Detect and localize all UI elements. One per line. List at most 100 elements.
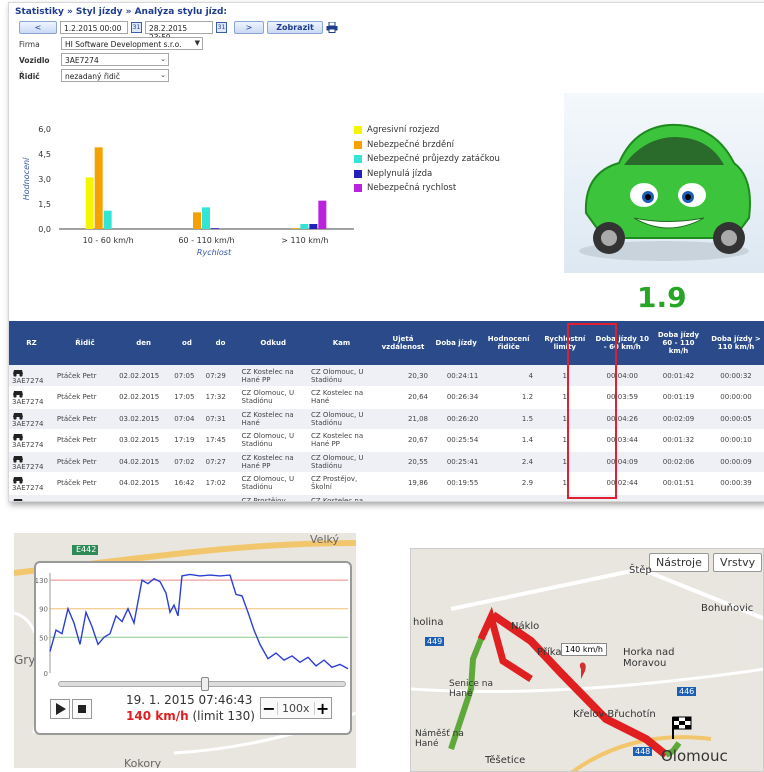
- table-row[interactable]: 3AE7274 Ptáček Petr 03.02.2015 07:04 07:31 CZ…: [9, 408, 764, 430]
- car-icon[interactable]: [12, 367, 24, 377]
- table-cell: 3AE7274: [9, 386, 54, 409]
- legend-swatch: [354, 126, 362, 135]
- car-icon[interactable]: [12, 496, 24, 502]
- table-row[interactable]: 3AE7274 Ptáček Petr 04.02.2015 16:42 17:02 CZ…: [9, 472, 764, 495]
- table-cell: Ptáček Petr: [53, 386, 117, 409]
- column-header[interactable]: Doba jízdy: [431, 321, 482, 365]
- column-header[interactable]: Ujetá vzdálenost: [374, 321, 432, 365]
- chevron-down-icon: ⌄: [160, 55, 166, 63]
- car-icon[interactable]: [12, 453, 24, 463]
- table-row[interactable]: 3AE7274 Ptáček Petr 02.02.2015 07:05 07:29 CZ…: [9, 365, 764, 387]
- car-icon[interactable]: [12, 410, 24, 420]
- table-cell: 19,86: [374, 472, 432, 495]
- table-cell: 20,55: [374, 451, 432, 473]
- date-to-input[interactable]: 28.2.2015 23:59: [145, 21, 213, 42]
- firma-select[interactable]: HI Software Development s.r.o. ▼: [61, 37, 203, 50]
- table-cell: 17:32: [202, 386, 239, 409]
- column-header[interactable]: od: [171, 321, 203, 365]
- place-label: Náklo: [511, 621, 540, 632]
- zoom-out-button[interactable]: −: [261, 699, 277, 718]
- table-row[interactable]: 3AE7274Ptáček Petr04.02.201517:0517:19CZ…: [9, 494, 764, 502]
- place-label: Velký: [310, 533, 339, 546]
- table-cell: Ptáček Petr: [53, 494, 117, 501]
- x-axis-label: Rychlost: [197, 248, 232, 257]
- legend-swatch: [354, 169, 362, 178]
- next-period-button[interactable]: >: [234, 21, 264, 34]
- play-button[interactable]: [50, 699, 70, 719]
- slider-handle[interactable]: [201, 677, 209, 691]
- vozidlo-value: 3AE7274: [65, 56, 99, 65]
- show-button[interactable]: Zobrazit: [267, 21, 323, 34]
- table-cell: 00:00:39: [706, 472, 764, 495]
- legend-swatch: [354, 184, 362, 193]
- date-from-input[interactable]: 1.2.2015 00:00: [60, 21, 128, 34]
- table-cell: 00:01:32: [650, 429, 707, 452]
- table-row[interactable]: 3AE7274 Ptáček Petr 04.02.2015 07:02 07:27 CZ…: [9, 451, 764, 473]
- vozidlo-select[interactable]: 3AE7274 ⌄: [61, 53, 169, 66]
- column-header[interactable]: Doba jízdy 10 - 60 km/h: [593, 321, 651, 365]
- table-cell: 3AE7274: [9, 429, 54, 452]
- table-row[interactable]: 3AE7274 Ptáček Petr 02.02.2015 17:05 17:32 CZ…: [9, 386, 764, 409]
- bar: [318, 200, 327, 229]
- y-tick-label: 0: [44, 670, 48, 677]
- current-speed: 140 km/h: [126, 709, 189, 723]
- car-icon[interactable]: [12, 388, 24, 398]
- column-header[interactable]: RZ: [9, 321, 54, 365]
- road-badge: 448: [633, 747, 653, 756]
- table-cell: 04.02.2015: [116, 451, 172, 473]
- table-cell: 21,08: [374, 408, 432, 430]
- column-header[interactable]: Kam: [307, 321, 375, 365]
- ridic-select[interactable]: nezadaný řidič ⌄: [61, 69, 169, 82]
- table-cell: 03.02.2015: [116, 429, 172, 452]
- table-cell: 4: [481, 365, 537, 387]
- bar: [193, 212, 201, 229]
- zoom-in-button[interactable]: +: [315, 699, 331, 718]
- column-header[interactable]: den: [116, 321, 172, 365]
- ridic-value: nezadaný řidič: [65, 72, 120, 81]
- table-cell: 17:02: [202, 472, 239, 495]
- prev-period-button[interactable]: <: [19, 21, 57, 34]
- bar: [94, 147, 103, 229]
- legend-label: Nebezpečná rychlost: [367, 183, 457, 194]
- table-cell: CZ Kostelec na Hané: [307, 386, 375, 409]
- date-filter: < 1.2.2015 00:00 31 28.2.2015 23:59 31 >…: [19, 21, 338, 42]
- car-icon[interactable]: [12, 431, 24, 441]
- y-tick-label: 130: [36, 577, 48, 585]
- calendar-icon[interactable]: 31: [131, 22, 142, 33]
- table-cell: 02.02.2015: [116, 365, 172, 387]
- column-header[interactable]: Hodnocení řidiče: [481, 321, 537, 365]
- print-icon[interactable]: [326, 22, 338, 33]
- table-row[interactable]: 3AE7274 Ptáček Petr 03.02.2015 17:19 17:45 CZ…: [9, 429, 764, 452]
- table-cell: 00:01:51: [650, 472, 707, 495]
- car-icon[interactable]: [12, 474, 24, 484]
- column-header[interactable]: do: [202, 321, 239, 365]
- tools-button[interactable]: Nástroje: [649, 553, 709, 572]
- mascot-car-image: [564, 93, 764, 273]
- column-header[interactable]: Řidič: [53, 321, 117, 365]
- playback-datetime: 19. 1. 2015 07:46:43: [126, 693, 253, 707]
- table-cell: 1.4: [481, 429, 537, 452]
- table-cell: 07:05: [171, 365, 203, 387]
- table-cell: 00:04:09: [593, 451, 651, 473]
- column-header[interactable]: Doba jízdy > 110 km/h: [706, 321, 764, 365]
- calendar-icon[interactable]: 31: [216, 22, 227, 33]
- place-label: Senice na Hané: [449, 679, 494, 699]
- table-cell: 07:04: [171, 408, 203, 430]
- timeline-slider[interactable]: [58, 677, 346, 691]
- layers-button[interactable]: Vrstvy: [713, 553, 763, 572]
- column-header[interactable]: Rychlostní limity: [536, 321, 594, 365]
- route-map: Nástroje Vrstvy 140 km/h Náklo Horka nad…: [410, 548, 764, 772]
- table-cell: 20,67: [374, 429, 432, 452]
- zoom-control: − 100x +: [260, 697, 332, 719]
- place-label: Kokory: [124, 757, 162, 768]
- column-header[interactable]: Odkud: [238, 321, 308, 365]
- table-cell: CZ Olomouc, U Stadiónu: [307, 365, 375, 387]
- road-badge: 446: [677, 687, 697, 696]
- plate-number: 3AE7274: [12, 441, 44, 450]
- table-cell: 04.02.2015: [116, 472, 172, 495]
- column-header[interactable]: Doba jízdy 60 - 110 km/h: [650, 321, 707, 365]
- stop-button[interactable]: [72, 699, 92, 719]
- table-header-row: RZ Řidič den od do Odkud Kam Ujetá vzdálenost Do…: [9, 321, 764, 365]
- table-cell: 1: [536, 494, 594, 501]
- plate-number: 3AE7274: [12, 462, 44, 471]
